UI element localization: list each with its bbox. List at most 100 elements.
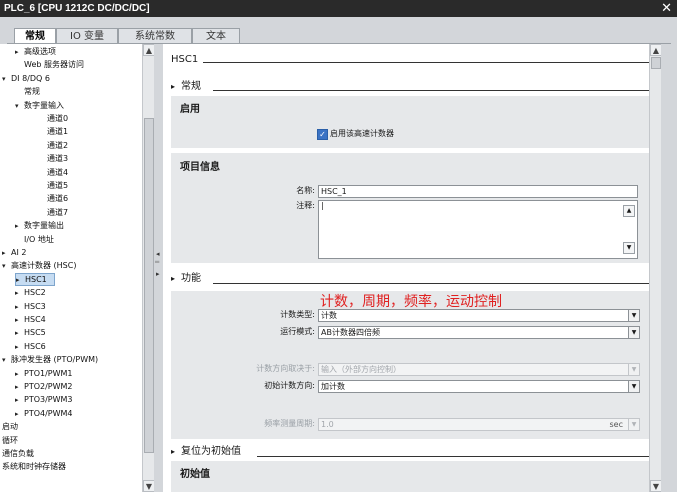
tree-item-label: PTO2/PWM2 — [24, 382, 73, 391]
tree-item[interactable]: ▾ 数字量输入 — [15, 99, 64, 112]
collapse-right-icon[interactable]: ▸ — [156, 270, 160, 278]
tree-item[interactable]: 通道3 — [38, 152, 68, 165]
tree-item[interactable]: 启动 — [2, 420, 18, 433]
content-scroll-thumb[interactable] — [651, 57, 661, 69]
operating-mode-select[interactable]: AB计数器四倍频 ▼ — [318, 326, 640, 339]
tab-system-constants[interactable]: 系统常数 — [118, 28, 192, 44]
tree-item[interactable]: 通道1 — [38, 125, 68, 138]
tree-item[interactable]: 通道0 — [38, 112, 68, 125]
expand-arrow-icon[interactable]: ▸ — [15, 46, 24, 59]
count-direction-source-select[interactable]: 输入（外部方向控制） ▼ — [318, 363, 640, 376]
tree-item[interactable]: ▸ HSC2 — [15, 286, 46, 299]
chevron-down-icon[interactable]: ▼ — [628, 419, 639, 430]
tree-item[interactable]: ▸ HSC6 — [15, 340, 46, 353]
count-direction-source-label: 计数方向取决于: — [256, 364, 315, 373]
tree-item-label: 通道5 — [47, 181, 69, 190]
tree-item[interactable]: 通道5 — [38, 179, 68, 192]
frequency-period-label: 频率测量周期: — [264, 419, 315, 428]
function-group: 计数，周期，频率，运动控制 计数类型: 计数 ▼ 运行模式: AB计数器四倍频 ▼ … — [171, 291, 649, 439]
tree-item[interactable]: I/O 地址 — [15, 233, 54, 246]
tree-item[interactable]: ▸ HSC4 — [15, 313, 46, 326]
tree-item[interactable]: ▸ 数字量输出 — [15, 219, 64, 232]
project-info-group: 项目信息 名称: HSC_1 注释: | ▲ ▼ — [171, 153, 649, 263]
tree-scroll-thumb[interactable] — [144, 118, 154, 453]
tree-item[interactable]: ▾ 高速计数器 (HSC) — [2, 259, 76, 272]
expand-arrow-icon[interactable]: ▸ — [16, 275, 25, 286]
tree-item-label: 高速计数器 (HSC) — [11, 261, 77, 271]
frequency-period-unit: sec — [609, 420, 624, 429]
expand-arrow-icon[interactable]: ▸ — [15, 341, 24, 354]
tree-item[interactable]: ▸ PTO3/PWM3 — [15, 393, 73, 406]
section-function-header[interactable]: ▸ 功能 — [171, 272, 201, 286]
tree-item[interactable]: ▸ HSC1 — [15, 272, 55, 286]
expand-arrow-icon[interactable]: ▸ — [15, 220, 24, 233]
tree-item[interactable]: 系统和时钟存储器 — [2, 460, 66, 473]
expand-arrow-icon[interactable]: ▸ — [15, 314, 24, 327]
expand-arrow-icon[interactable]: ▾ — [2, 260, 11, 273]
tree-item-label: Web 服务器访问 — [24, 60, 84, 70]
section-general-header[interactable]: ▸ 常规 — [171, 80, 201, 94]
name-field[interactable]: HSC_1 — [318, 185, 638, 198]
comment-textarea[interactable]: | ▲ ▼ — [318, 200, 638, 259]
expand-arrow-icon[interactable]: ▸ — [15, 394, 24, 407]
window-title: PLC_6 [CPU 1212C DC/DC/DC] — [4, 3, 150, 14]
chevron-right-icon: ▸ — [171, 447, 176, 456]
expand-arrow-icon[interactable]: ▾ — [2, 354, 11, 367]
tree-item-label: 通道1 — [47, 127, 69, 137]
close-icon[interactable]: ✕ — [661, 0, 672, 16]
initial-count-direction-select[interactable]: 加计数 ▼ — [318, 380, 640, 393]
expand-arrow-icon[interactable]: ▸ — [15, 327, 24, 340]
tree-item[interactable]: ▸ 高级选项 — [15, 45, 56, 58]
frequency-period-select[interactable]: 1.0 sec ▼ — [318, 418, 640, 431]
chevron-down-icon[interactable]: ▼ — [628, 310, 639, 321]
expand-arrow-icon[interactable]: ▸ — [15, 368, 24, 381]
tree-item-label: HSC1 — [25, 274, 47, 284]
splitter-grip-icon: ═ — [155, 258, 160, 266]
enable-hsc-checkbox[interactable]: ✓ — [317, 129, 328, 140]
tree-item[interactable]: 通道4 — [38, 166, 68, 179]
comment-scroll-down-icon[interactable]: ▼ — [623, 242, 635, 254]
chevron-down-icon[interactable]: ▼ — [628, 327, 639, 338]
initial-values-group: 初始值 — [171, 461, 649, 492]
tree-item[interactable]: ▾ 脉冲发生器 (PTO/PWM) — [2, 353, 98, 366]
expand-arrow-icon[interactable]: ▸ — [2, 247, 11, 260]
tree-item[interactable]: 循环 — [2, 434, 18, 447]
tree-item-label: HSC3 — [24, 301, 46, 311]
tree-item[interactable]: ▸ HSC5 — [15, 326, 46, 339]
chevron-down-icon[interactable]: ▼ — [628, 364, 639, 375]
chevron-right-icon: ▸ — [171, 274, 176, 283]
comment-label: 注释: — [296, 201, 315, 210]
collapse-left-icon[interactable]: ◂ — [156, 250, 160, 258]
expand-arrow-icon[interactable]: ▸ — [15, 301, 24, 314]
tree-item[interactable]: ▸ HSC3 — [15, 300, 46, 313]
tree-item-label: 高级选项 — [24, 47, 56, 56]
tree-item[interactable]: ▸ AI 2 — [2, 246, 26, 259]
tree-item[interactable]: ▸ PTO2/PWM2 — [15, 380, 73, 393]
tree-item[interactable]: 通道7 — [38, 206, 68, 219]
expand-arrow-icon[interactable]: ▸ — [15, 408, 24, 421]
tree-item[interactable]: Web 服务器访问 — [15, 58, 84, 71]
expand-arrow-icon[interactable]: ▾ — [15, 100, 24, 113]
count-type-select[interactable]: 计数 ▼ — [318, 309, 640, 322]
tree-item[interactable]: 通道2 — [38, 139, 68, 152]
comment-scroll-up-icon[interactable]: ▲ — [623, 205, 635, 217]
expand-arrow-icon[interactable]: ▾ — [2, 73, 11, 86]
expand-arrow-icon[interactable]: ▸ — [15, 381, 24, 394]
tree-item[interactable]: ▸ PTO4/PWM4 — [15, 407, 73, 420]
panel-splitter[interactable]: ◂ ═ ▸ — [154, 44, 163, 492]
tree-item-label: 系统和时钟存储器 — [2, 462, 66, 472]
tree-item[interactable]: ▾ DI 8/DQ 6 — [2, 72, 50, 85]
tree-item[interactable]: 通信负载 — [2, 447, 34, 460]
tree-item-label: HSC2 — [24, 288, 46, 298]
tree-item[interactable]: 常规 — [15, 85, 40, 98]
section-reset-header[interactable]: ▸ 复位为初始值 — [171, 445, 241, 459]
tree-item[interactable]: ▸ PTO1/PWM1 — [15, 367, 73, 380]
tree-item[interactable]: 通道6 — [38, 192, 68, 205]
tab-io-tags[interactable]: IO 变量 — [56, 28, 118, 44]
chevron-down-icon[interactable]: ▼ — [628, 381, 639, 392]
window-titlebar: PLC_6 [CPU 1212C DC/DC/DC] ✕ — [0, 0, 677, 17]
tab-texts[interactable]: 文本 — [192, 28, 240, 44]
expand-arrow-icon[interactable]: ▸ — [15, 287, 24, 300]
tree-item-label: PTO3/PWM3 — [24, 395, 73, 405]
tree-item-label: 循环 — [2, 435, 18, 445]
